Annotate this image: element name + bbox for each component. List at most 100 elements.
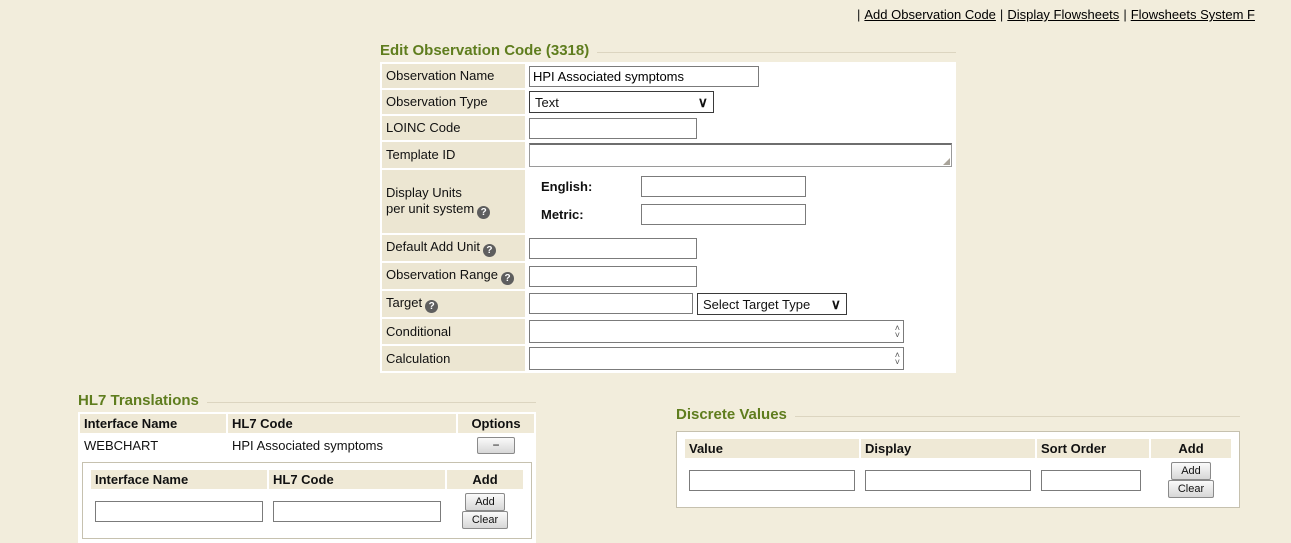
discrete-panel: Value Display Sort Order Add AddClear [676, 431, 1240, 508]
discrete-section-title: Discrete Values [676, 406, 787, 423]
hl7-add-wrap: Interface Name HL7 Code Add AddClear [78, 458, 536, 543]
discrete-header-value: Value [685, 439, 859, 458]
row-conditional: Conditional ˄ ˅ [382, 319, 954, 344]
page: { "top_nav": { "separator": "|", "items"… [0, 0, 1291, 525]
discrete-value-input[interactable] [689, 470, 855, 491]
nav-flowsheets-system[interactable]: Flowsheets System F [1131, 7, 1255, 22]
hl7-add-header-code: HL7 Code [269, 470, 445, 489]
observation-type-label: Observation Type [382, 90, 525, 114]
hl7-header-interface-name: Interface Name [80, 414, 226, 433]
observation-type-selected: Text [535, 95, 559, 110]
hl7-translations-section: HL7 Translations Interface Name HL7 Code… [78, 392, 536, 543]
target-label: Target? [382, 291, 525, 317]
observation-type-select[interactable]: Text ∨ [529, 91, 714, 113]
top-nav: | Add Observation Code | Display Flowsheets… [853, 7, 1255, 22]
hl7-clear-button[interactable]: Clear [462, 511, 508, 529]
hl7-row-interface-name: WEBCHART [80, 435, 226, 456]
metric-units-input[interactable] [641, 204, 806, 225]
display-units-label-line2: per unit system [386, 201, 474, 216]
default-add-unit-label: Default Add Unit? [382, 235, 525, 261]
template-id-textarea[interactable] [529, 143, 952, 167]
observation-name-label: Observation Name [382, 64, 525, 88]
discrete-header-add: Add [1151, 439, 1231, 458]
target-type-selected: Select Target Type [703, 297, 810, 312]
observation-name-input[interactable] [529, 66, 759, 87]
hl7-header-options: Options [458, 414, 534, 433]
help-icon[interactable]: ? [425, 300, 438, 313]
row-observation-name: Observation Name [382, 64, 954, 88]
default-add-unit-input[interactable] [529, 238, 697, 259]
english-units-label: English: [541, 179, 641, 194]
observation-range-input[interactable] [529, 266, 697, 287]
title-rule [207, 402, 536, 403]
discrete-header-sort-order: Sort Order [1037, 439, 1149, 458]
template-id-label: Template ID [382, 142, 525, 168]
edit-observation-code-section: Edit Observation Code (3318) Observation… [380, 42, 956, 373]
discrete-values-section: Discrete Values Value Display Sort Order… [676, 406, 1240, 508]
hl7-add-header-add: Add [447, 470, 523, 489]
hl7-add-input-row: AddClear [91, 491, 523, 531]
default-add-unit-label-text: Default Add Unit [386, 239, 480, 254]
hl7-interface-name-input[interactable] [95, 501, 263, 522]
row-calculation: Calculation ˄ ˅ [382, 346, 954, 371]
resize-handle-icon[interactable] [943, 158, 950, 165]
discrete-input-row: AddClear [685, 460, 1231, 500]
hl7-header-code: HL7 Code [228, 414, 456, 433]
display-units-label-line1: Display Units [386, 185, 462, 200]
row-target: Target? Select Target Type ∨ [382, 291, 954, 317]
chevron-down-icon: ∨ [831, 297, 841, 311]
display-units-label: Display Units per unit system? [382, 170, 525, 233]
discrete-header-display: Display [861, 439, 1035, 458]
nav-separator: | [1123, 7, 1126, 22]
nav-add-observation-code[interactable]: Add Observation Code [864, 7, 996, 22]
target-input[interactable] [529, 293, 693, 314]
row-observation-type: Observation Type Text ∨ [382, 90, 954, 114]
observation-range-label: Observation Range? [382, 263, 525, 289]
hl7-add-panel: Interface Name HL7 Code Add AddClear [82, 462, 532, 539]
hl7-add-button[interactable]: Add [465, 493, 505, 511]
discrete-clear-button[interactable]: Clear [1168, 480, 1214, 498]
help-icon[interactable]: ? [483, 244, 496, 257]
target-type-select[interactable]: Select Target Type ∨ [697, 293, 847, 315]
edit-form-table: Observation Name Observation Type Text ∨… [380, 62, 956, 373]
chevron-down-icon: ∨ [698, 95, 708, 109]
calculation-input[interactable]: ˄ ˅ [529, 347, 904, 370]
row-loinc-code: LOINC Code [382, 116, 954, 140]
nav-separator: | [857, 7, 860, 22]
spinner-down-icon[interactable]: ˅ [895, 332, 900, 339]
hl7-add-header-row: Interface Name HL7 Code Add [91, 470, 523, 489]
help-icon[interactable]: ? [477, 206, 490, 219]
english-units-input[interactable] [641, 176, 806, 197]
discrete-table: Value Display Sort Order Add AddClear [683, 437, 1233, 502]
target-label-text: Target [386, 295, 422, 310]
hl7-add-header-interface-name: Interface Name [91, 470, 267, 489]
nav-display-flowsheets[interactable]: Display Flowsheets [1007, 7, 1119, 22]
observation-range-label-text: Observation Range [386, 267, 498, 282]
metric-units-label: Metric: [541, 207, 641, 222]
row-display-units: Display Units per unit system? English: … [382, 170, 954, 233]
page-title: Edit Observation Code (3318) [380, 42, 589, 59]
calculation-label: Calculation [382, 346, 525, 371]
title-rule [597, 52, 956, 53]
help-icon[interactable]: ? [501, 272, 514, 285]
loinc-code-label: LOINC Code [382, 116, 525, 140]
hl7-section-title: HL7 Translations [78, 392, 199, 409]
loinc-code-input[interactable] [529, 118, 697, 139]
discrete-header-row: Value Display Sort Order Add [685, 439, 1231, 458]
discrete-add-button[interactable]: Add [1171, 462, 1211, 480]
hl7-row-code: HPI Associated symptoms [228, 435, 456, 456]
hl7-header-row: Interface Name HL7 Code Options [80, 414, 534, 433]
hl7-code-input[interactable] [273, 501, 441, 522]
title-rule [795, 416, 1240, 417]
hl7-table: Interface Name HL7 Code Options WEBCHART… [78, 412, 536, 458]
conditional-label: Conditional [382, 319, 525, 344]
row-observation-range: Observation Range? [382, 263, 954, 289]
nav-separator: | [1000, 7, 1003, 22]
discrete-sort-order-input[interactable] [1041, 470, 1141, 491]
spinner-down-icon[interactable]: ˅ [895, 359, 900, 366]
remove-translation-button[interactable]: − [477, 437, 514, 454]
hl7-add-table: Interface Name HL7 Code Add AddClear [89, 468, 525, 533]
conditional-input[interactable]: ˄ ˅ [529, 320, 904, 343]
row-template-id: Template ID [382, 142, 954, 168]
discrete-display-input[interactable] [865, 470, 1031, 491]
